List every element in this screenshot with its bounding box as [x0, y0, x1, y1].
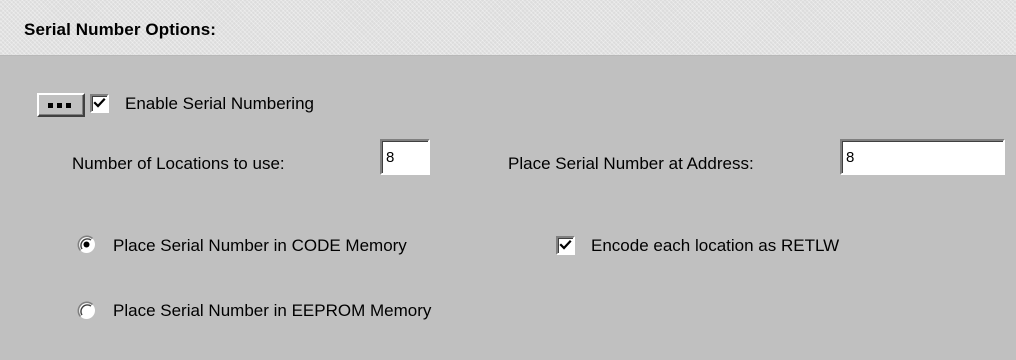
code-memory-radio[interactable]	[77, 235, 96, 254]
eeprom-memory-radio[interactable]	[77, 301, 96, 320]
enable-serial-numbering-checkbox[interactable]	[90, 94, 109, 113]
number-of-locations-label: Number of Locations to use:	[72, 154, 285, 173]
serial-number-options-panel: Serial Number Options: Enable Serial Num…	[0, 0, 1016, 360]
checkmark-icon	[93, 97, 106, 108]
serial-options-ellipsis-button[interactable]	[37, 93, 85, 117]
number-of-locations-input[interactable]	[380, 139, 430, 175]
encode-retlw-label: Encode each location as RETLW	[591, 236, 840, 255]
enable-serial-numbering-label: Enable Serial Numbering	[125, 94, 314, 113]
serial-address-label: Place Serial Number at Address:	[508, 154, 754, 173]
panel-header: Serial Number Options:	[0, 0, 1016, 56]
panel-title: Serial Number Options:	[24, 20, 217, 39]
code-memory-label: Place Serial Number in CODE Memory	[113, 236, 407, 255]
ellipsis-icon	[47, 101, 73, 109]
eeprom-memory-label: Place Serial Number in EEPROM Memory	[113, 301, 432, 320]
checkmark-icon	[559, 239, 572, 250]
serial-address-input[interactable]	[840, 139, 1005, 175]
encode-retlw-checkbox[interactable]	[556, 236, 575, 255]
